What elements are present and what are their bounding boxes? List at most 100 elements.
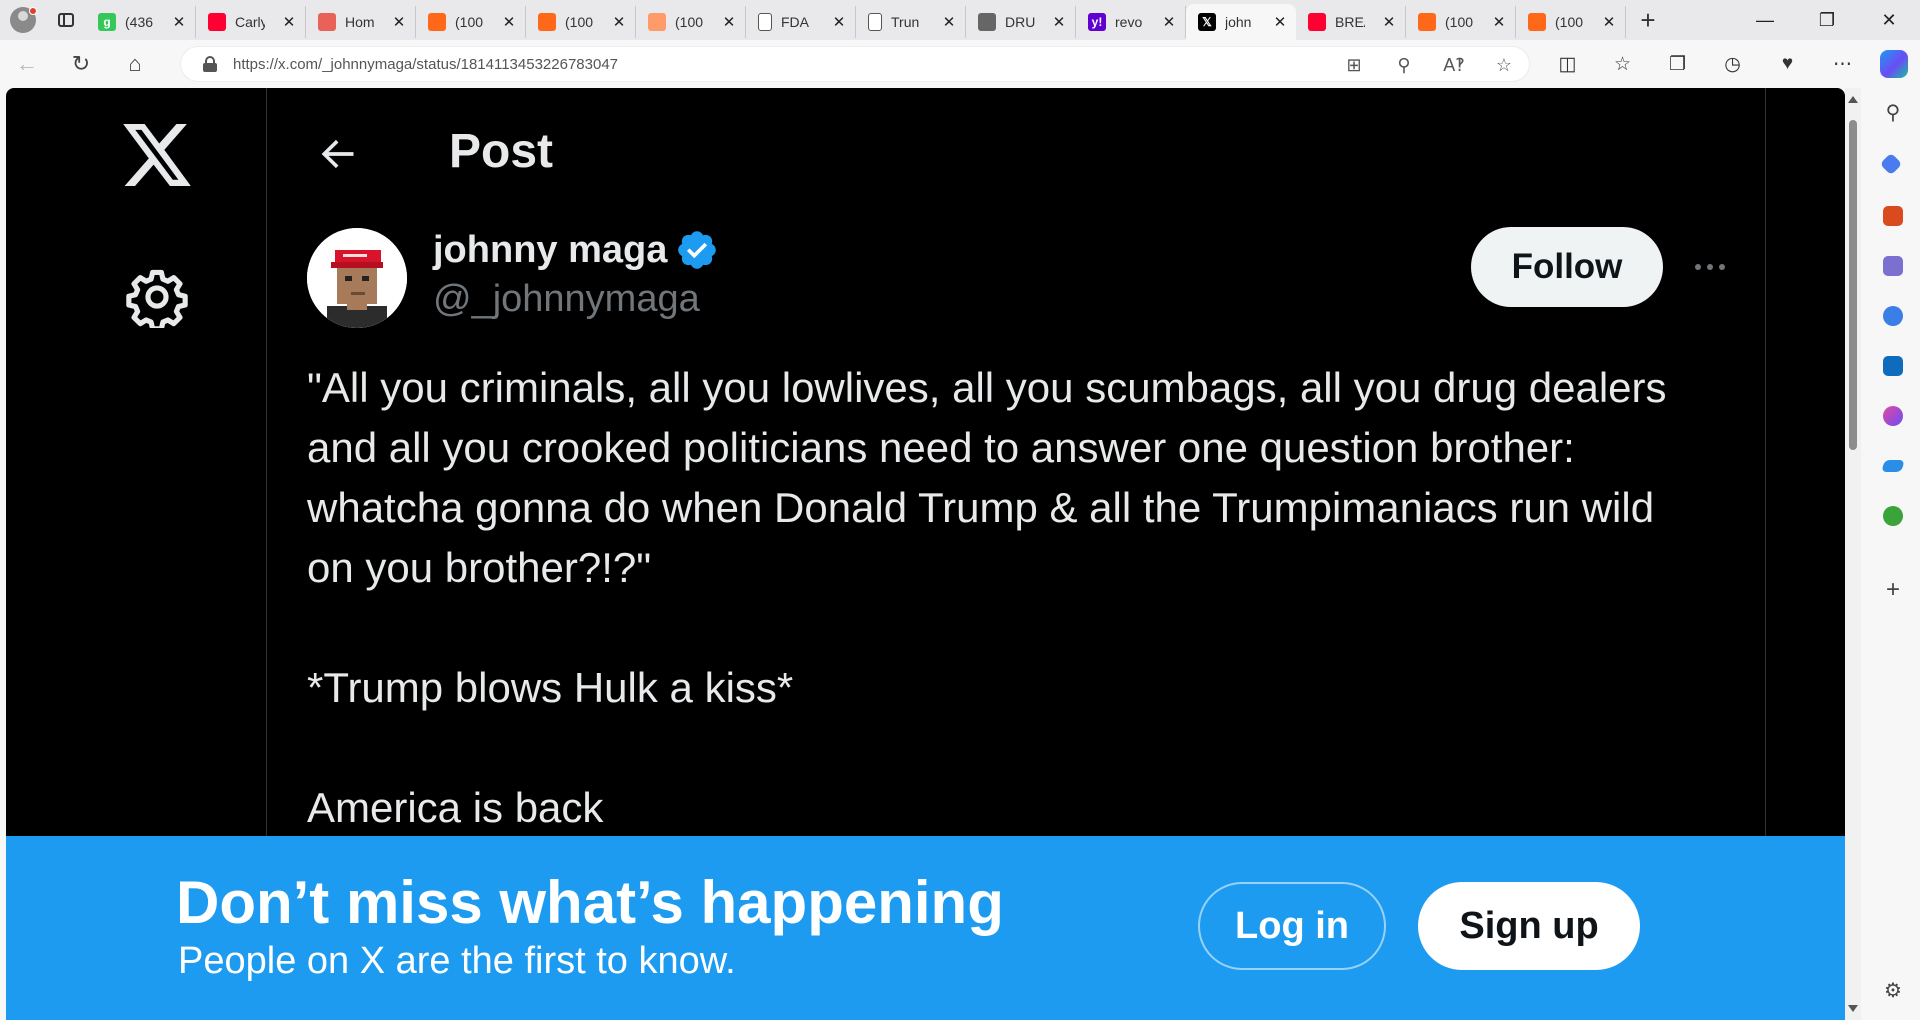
tab-title[interactable]: DRU — [1005, 14, 1035, 30]
tab-actions-button[interactable] — [46, 0, 86, 40]
tab-close-icon[interactable]: ✕ — [1049, 13, 1069, 31]
copilot-icon[interactable] — [1880, 50, 1908, 78]
browser-tab[interactable]: Trun ✕ — [856, 6, 966, 38]
author-handle[interactable]: @_johnnymaga — [433, 278, 700, 321]
tab-strip: g (436 ✕ Carly ✕ Hom ✕ (100 ✕ (100 ✕ (100 ✕ FDA ✕ Trun ✕… — [0, 0, 1920, 40]
tab-close-icon[interactable]: ✕ — [609, 13, 629, 31]
tab-favicon-icon — [1308, 13, 1326, 31]
tab-close-icon[interactable]: ✕ — [1270, 13, 1290, 31]
tab-title[interactable]: Hom — [345, 14, 375, 30]
favorite-star-icon[interactable]: ☆ — [1479, 55, 1529, 76]
tab-title[interactable]: (100 — [455, 14, 485, 30]
tab-close-icon[interactable]: ✕ — [1379, 13, 1399, 31]
banner-subtitle: People on X are the first to know. — [178, 940, 736, 982]
collections-icon[interactable]: ❐ — [1650, 53, 1705, 76]
browser-tab[interactable]: (100 ✕ — [636, 6, 746, 38]
tab-favicon-icon: y! — [1088, 13, 1106, 31]
home-button[interactable]: ⌂ — [108, 40, 162, 88]
lock-icon[interactable] — [203, 56, 217, 72]
post-body: "All you criminals, all you lowlives, al… — [307, 358, 1707, 838]
browser-tab[interactable]: Hom ✕ — [306, 6, 416, 38]
tab-actions-icon — [58, 13, 74, 27]
tab-close-icon[interactable]: ✕ — [1599, 13, 1619, 31]
browser-tab[interactable]: Carly ✕ — [196, 6, 306, 38]
scroll-up-icon[interactable] — [1848, 96, 1858, 103]
tab-title[interactable]: Carly — [235, 14, 265, 30]
tab-favicon-icon — [758, 13, 772, 31]
tab-close-icon[interactable]: ✕ — [279, 13, 299, 31]
history-icon[interactable]: ◷ — [1705, 53, 1760, 76]
settings-gear-icon[interactable] — [126, 266, 188, 328]
designer-icon[interactable] — [1883, 406, 1903, 426]
tab-close-icon[interactable]: ✕ — [719, 13, 739, 31]
microsoft-365-icon[interactable] — [1883, 306, 1903, 326]
back-button[interactable]: ← — [0, 40, 54, 88]
add-sidebar-app-icon[interactable]: + — [1880, 576, 1906, 604]
favorites-icon[interactable]: ☆ — [1595, 53, 1650, 76]
verified-badge-icon[interactable] — [675, 228, 719, 272]
author-avatar[interactable] — [307, 228, 407, 328]
signup-button[interactable]: Sign up — [1418, 882, 1640, 970]
scrollbar-thumb[interactable] — [1849, 120, 1857, 450]
tab-close-icon[interactable]: ✕ — [499, 13, 519, 31]
login-button[interactable]: Log in — [1198, 882, 1386, 970]
shopping-tag-icon[interactable] — [1879, 152, 1903, 176]
tab-close-icon[interactable]: ✕ — [1159, 13, 1179, 31]
author-name-text[interactable]: johnny maga — [433, 229, 667, 272]
browser-essentials-icon[interactable]: ♥ — [1760, 53, 1815, 75]
restore-button[interactable]: ❐ — [1796, 0, 1858, 40]
browser-tab[interactable]: 𝕏john ✕ — [1186, 4, 1296, 40]
scroll-down-icon[interactable] — [1848, 1005, 1858, 1012]
profile-button[interactable] — [0, 0, 46, 40]
new-tab-button[interactable]: + — [1626, 0, 1670, 40]
x-logo-icon[interactable] — [122, 124, 192, 186]
tree-icon[interactable] — [1883, 506, 1903, 526]
url-text[interactable]: https://x.com/_johnnymaga/status/1814113… — [233, 56, 618, 73]
read-aloud-icon[interactable]: A‽ — [1429, 55, 1479, 76]
browser-tab[interactable]: FDA ✕ — [746, 6, 856, 38]
tab-close-icon[interactable]: ✕ — [1489, 13, 1509, 31]
browser-tab[interactable]: (100 ✕ — [1516, 6, 1626, 38]
refresh-button[interactable]: ↻ — [54, 40, 108, 88]
send-icon[interactable] — [1881, 460, 1905, 472]
tab-close-icon[interactable]: ✕ — [169, 13, 189, 31]
tab-close-icon[interactable]: ✕ — [939, 13, 959, 31]
tab-title[interactable]: (436 — [125, 14, 155, 30]
author-display-name[interactable]: johnny maga — [433, 228, 719, 272]
tab-title[interactable]: BREA — [1335, 14, 1365, 30]
tab-title[interactable]: (100 — [1445, 14, 1475, 30]
address-bar[interactable]: https://x.com/_johnnymaga/status/1814113… — [180, 46, 1530, 82]
browser-tab[interactable]: y! revo ✕ — [1076, 6, 1186, 38]
browser-tab[interactable]: (100 ✕ — [416, 6, 526, 38]
tab-title[interactable]: john — [1225, 14, 1255, 30]
tab-title[interactable]: FDA — [781, 14, 811, 30]
close-window-button[interactable]: ✕ — [1858, 0, 1920, 40]
tab-close-icon[interactable]: ✕ — [389, 13, 409, 31]
back-arrow-icon[interactable] — [315, 132, 359, 176]
browser-tab[interactable]: g (436 ✕ — [86, 6, 196, 38]
sidebar-settings-icon[interactable]: ⚙ — [1880, 978, 1906, 1003]
settings-more-icon[interactable]: ⋯ — [1815, 53, 1870, 76]
search-icon[interactable]: ⚲ — [1880, 100, 1906, 125]
minimize-button[interactable]: — — [1734, 0, 1796, 40]
tab-favicon-icon — [978, 13, 996, 31]
more-options-icon[interactable] — [1685, 242, 1735, 292]
tab-title[interactable]: revo — [1115, 14, 1145, 30]
browser-tab[interactable]: BREA ✕ — [1296, 6, 1406, 38]
games-icon[interactable] — [1883, 256, 1903, 276]
app-available-icon[interactable]: ⊞ — [1329, 55, 1379, 76]
tab-title[interactable]: (100 — [675, 14, 705, 30]
tab-title[interactable]: (100 — [565, 14, 595, 30]
follow-button[interactable]: Follow — [1471, 227, 1663, 307]
page-scrollbar[interactable] — [1845, 88, 1861, 1020]
zoom-icon[interactable]: ⚲ — [1379, 55, 1429, 76]
outlook-icon[interactable] — [1883, 356, 1903, 376]
tab-title[interactable]: (100 — [1555, 14, 1585, 30]
browser-tab[interactable]: (100 ✕ — [1406, 6, 1516, 38]
tab-title[interactable]: Trun — [891, 14, 921, 30]
browser-tab[interactable]: (100 ✕ — [526, 6, 636, 38]
tab-close-icon[interactable]: ✕ — [829, 13, 849, 31]
split-screen-icon[interactable]: ◫ — [1540, 53, 1595, 76]
tools-icon[interactable] — [1883, 206, 1903, 226]
browser-tab[interactable]: DRU ✕ — [966, 6, 1076, 38]
